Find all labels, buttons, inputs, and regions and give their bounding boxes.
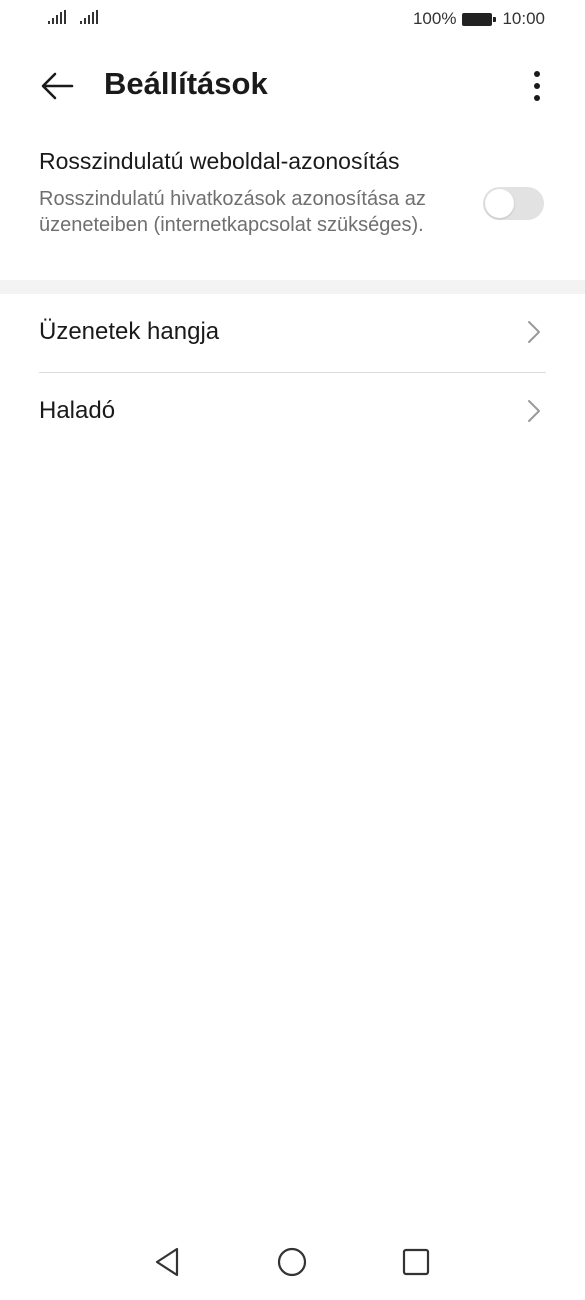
malicious-site-title: Rosszindulatú weboldal-azonosítás [39, 148, 400, 174]
signal-indicators [48, 10, 98, 24]
signal-icon [80, 10, 98, 24]
chevron-right-icon [528, 400, 540, 422]
navigation-bar [0, 1232, 585, 1300]
malicious-site-toggle[interactable] [483, 187, 544, 220]
recents-square-icon [402, 1248, 430, 1276]
section-divider [0, 280, 585, 294]
status-right: 100% 10:00 [413, 9, 545, 29]
list-item-label: Üzenetek hangja [39, 318, 220, 345]
settings-screen: 100% 10:00 Beállítások Rosszindulatú web… [0, 0, 585, 1300]
nav-recents-button[interactable] [398, 1244, 434, 1280]
back-button[interactable] [38, 68, 78, 104]
toggle-knob [485, 189, 514, 218]
more-options-button[interactable] [525, 68, 549, 104]
page-title: Beállítások [104, 66, 268, 101]
arrow-left-icon [41, 72, 74, 100]
back-triangle-icon [155, 1247, 179, 1277]
status-bar: 100% 10:00 [0, 0, 585, 40]
nav-back-button[interactable] [150, 1244, 186, 1280]
nav-home-button[interactable] [274, 1244, 310, 1280]
app-header: Beállítások [0, 56, 585, 116]
more-vertical-icon [534, 71, 540, 77]
chevron-right-icon [528, 321, 540, 343]
list-item-label: Haladó [39, 397, 116, 424]
battery-percent: 100% [412, 9, 457, 28]
battery-icon [462, 12, 497, 26]
signal-icon [48, 10, 66, 24]
list-item-message-sound[interactable]: Üzenetek hangja [0, 294, 585, 372]
list-item-advanced[interactable]: Haladó [0, 373, 585, 451]
clock: 10:00 [502, 9, 545, 28]
malicious-site-description: Rosszindulatú hivatkozások azonosítása a… [39, 188, 426, 236]
home-circle-icon [277, 1247, 307, 1277]
malicious-site-setting: Rosszindulatú weboldal-azonosítás Rosszi… [0, 140, 585, 280]
